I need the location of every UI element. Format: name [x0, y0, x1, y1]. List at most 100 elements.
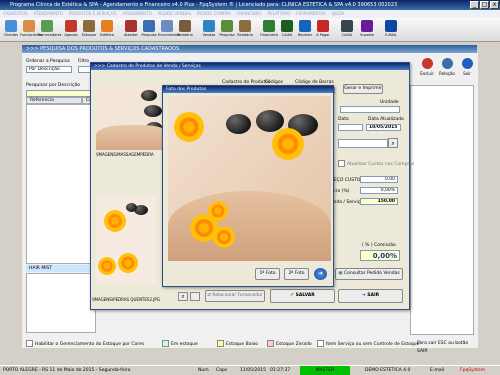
toolbar-button-agenda[interactable]: Agenda [62, 20, 80, 40]
status-brand: FpqSystem [460, 368, 486, 373]
image-path-top: \IMAGENS\MASSAGEMPEDRA [96, 152, 154, 157]
toolbar-button-pesquisa[interactable]: Pesquisa [140, 20, 158, 40]
menu-item[interactable]: CADASTROS [3, 11, 28, 16]
relacionar-fornecedor-label: Relacionar Fornecedor [212, 293, 263, 298]
grid-right [410, 85, 474, 335]
toolbar-button-estoque[interactable]: Estoque [80, 20, 98, 40]
legend-bar: Habilitar o Gerenciamento do Estoque por… [22, 340, 478, 354]
atualizar-custos-checkbox[interactable]: Atualizar Custos nas Compras [338, 160, 414, 167]
atualizar-custos-label: Atualizar Custos nas Compras [347, 162, 415, 167]
toolbar-button-encomendar[interactable]: Encomendar [158, 20, 180, 40]
search-icon [143, 20, 155, 32]
action-excluir[interactable]: Excluir [418, 58, 436, 80]
minimize-button[interactable]: _ [470, 1, 479, 9]
order-icon [161, 20, 173, 32]
maximize-button[interactable]: □ [480, 1, 489, 9]
relacionar-fornecedor-button[interactable]: ⇄ Relacionar Fornecedor [205, 290, 265, 302]
menu-item[interactable]: PRODUTOS E SERVIÇOS [69, 11, 117, 16]
cashbox-icon [341, 20, 353, 32]
toolbar-button-relatrio[interactable]: Relatório [236, 20, 254, 40]
refresh-icon[interactable] [190, 292, 200, 301]
product-grid[interactable] [26, 104, 96, 264]
habilitar-checkbox[interactable]: Habilitar o Gerenciamento do Estoque por… [26, 340, 144, 349]
toolbar-button-clientes[interactable]: Clientes [2, 20, 20, 40]
toolbar-button-financeiro[interactable]: Financeiro [260, 20, 278, 40]
legend-item-servico: Item Serviço ou sem Controle de Estoque [317, 340, 419, 349]
search-icon[interactable]: ⌕ [388, 138, 398, 148]
toolbar-label: Vendas [202, 33, 216, 37]
action-relao[interactable]: Relação [438, 58, 456, 80]
toolbar-label: Pesquisa [219, 33, 235, 37]
clients-icon [5, 20, 17, 32]
status-num: Num [198, 368, 209, 373]
confirm-photo-icon[interactable]: ➜ [314, 268, 327, 280]
toolbar-button-esttica[interactable]: Estética [98, 20, 116, 40]
toolbar-button-pesquisa[interactable]: Pesquisa [218, 20, 236, 40]
menu-item[interactable]: PEDIDO COMPRA [197, 11, 231, 16]
status-time: 01:27:37 [270, 368, 291, 373]
order-select[interactable]: Por Descrição [26, 66, 72, 73]
left-margin [0, 42, 22, 342]
preco-custo-input[interactable]: 0,00 [360, 176, 398, 183]
menu-item[interactable]: AJUDA [332, 11, 345, 16]
data-atualizado-input[interactable]: 10/05/2015 [366, 124, 401, 131]
em-estoque-label: Em estoque [171, 342, 198, 347]
list-item[interactable]: HAIR MIST [26, 265, 96, 272]
toolbar-label: Receber [297, 33, 313, 37]
toolbar-button-relatrio[interactable]: Relatório [176, 20, 194, 40]
item-servico-label: Item Serviço ou sem Controle de Estoque [326, 342, 420, 347]
data-atualizado-label: Data Atualizado [368, 117, 404, 122]
aesthetics-icon [101, 20, 113, 32]
menu-item[interactable]: ATENDIMENTO [123, 11, 152, 16]
legend-estoque-zerado: Estoque Zerado [267, 340, 312, 349]
search-icon [221, 20, 233, 32]
col-reference[interactable]: Referencia [26, 97, 82, 104]
comissao-input[interactable]: 0,00% [360, 250, 400, 261]
delete-icon [421, 58, 433, 69]
action-sair[interactable]: Sair [458, 58, 476, 80]
status-email[interactable]: E-mail [430, 366, 444, 375]
toolbar-button-vendas[interactable]: Vendas [200, 20, 218, 40]
data-input[interactable] [338, 124, 363, 131]
toolbar-button-suporte[interactable]: Suporte [358, 20, 376, 40]
menu-item[interactable]: PEDIDO VENDAS [158, 11, 191, 16]
toolbar-button-email[interactable]: E-MAIL [382, 20, 400, 40]
toolbar-label: Clientes [3, 33, 19, 37]
toolbar-button-funcionrios[interactable]: Funcionários [20, 20, 42, 40]
pay-icon [317, 20, 329, 32]
menu-item[interactable]: ATENDIMENTO [34, 11, 63, 16]
search-input[interactable] [26, 90, 98, 97]
toolbar-button-apagar[interactable]: A Pagar [314, 20, 332, 40]
gerar-imprimir-button[interactable]: Gerar e Imprimir [343, 84, 383, 94]
estoque-baixo-label: Estoque Baixo [226, 342, 258, 347]
toolbar-button-fornecedores[interactable]: Fornecedores [38, 20, 62, 40]
finance-icon [263, 20, 275, 32]
margem-input[interactable]: 0,00% [360, 187, 398, 194]
consultar-pedido-button[interactable]: ▣ Consultar Pedido Vendas [335, 268, 403, 280]
toolbar-button-atender[interactable]: Atender [122, 20, 140, 40]
sair-button[interactable]: ➜ SAIR [338, 289, 403, 303]
action-label: Relação [439, 71, 455, 76]
menu-item[interactable]: FERRAMENTAS [296, 11, 325, 16]
toolbar-button-receber[interactable]: Receber [296, 20, 314, 40]
salvar-button[interactable]: ✔ SALVAR [270, 289, 335, 303]
toolbar-label: Estética [100, 33, 114, 37]
toolbar-button-caixa[interactable]: CAIXA [338, 20, 356, 40]
foto1-button[interactable]: 1ª Foto [255, 268, 280, 280]
foto2-button[interactable]: 2ª Foto [284, 268, 309, 280]
toolbar-button-caixa[interactable]: CAIXA [278, 20, 296, 40]
menu-item[interactable]: FINANCEIRO [237, 11, 262, 16]
venda-input[interactable]: 150,00 [360, 198, 398, 205]
menu-item[interactable]: RELATÓRIO [268, 11, 291, 16]
right-margin [478, 42, 500, 342]
product-grid-lower[interactable] [26, 273, 96, 333]
toolbar-label: Atender [124, 33, 138, 37]
search-photo-icon[interactable]: ⌕ [178, 292, 188, 301]
status-master-badge: MASTER [300, 366, 350, 375]
close-button[interactable]: x [490, 1, 499, 9]
estoque-zerado-label: Estoque Zerado [276, 342, 312, 347]
path-input[interactable] [338, 139, 388, 148]
toolbar-label: E-MAIL [385, 33, 397, 37]
report-icon [239, 20, 251, 32]
unidade-input[interactable] [340, 106, 400, 113]
